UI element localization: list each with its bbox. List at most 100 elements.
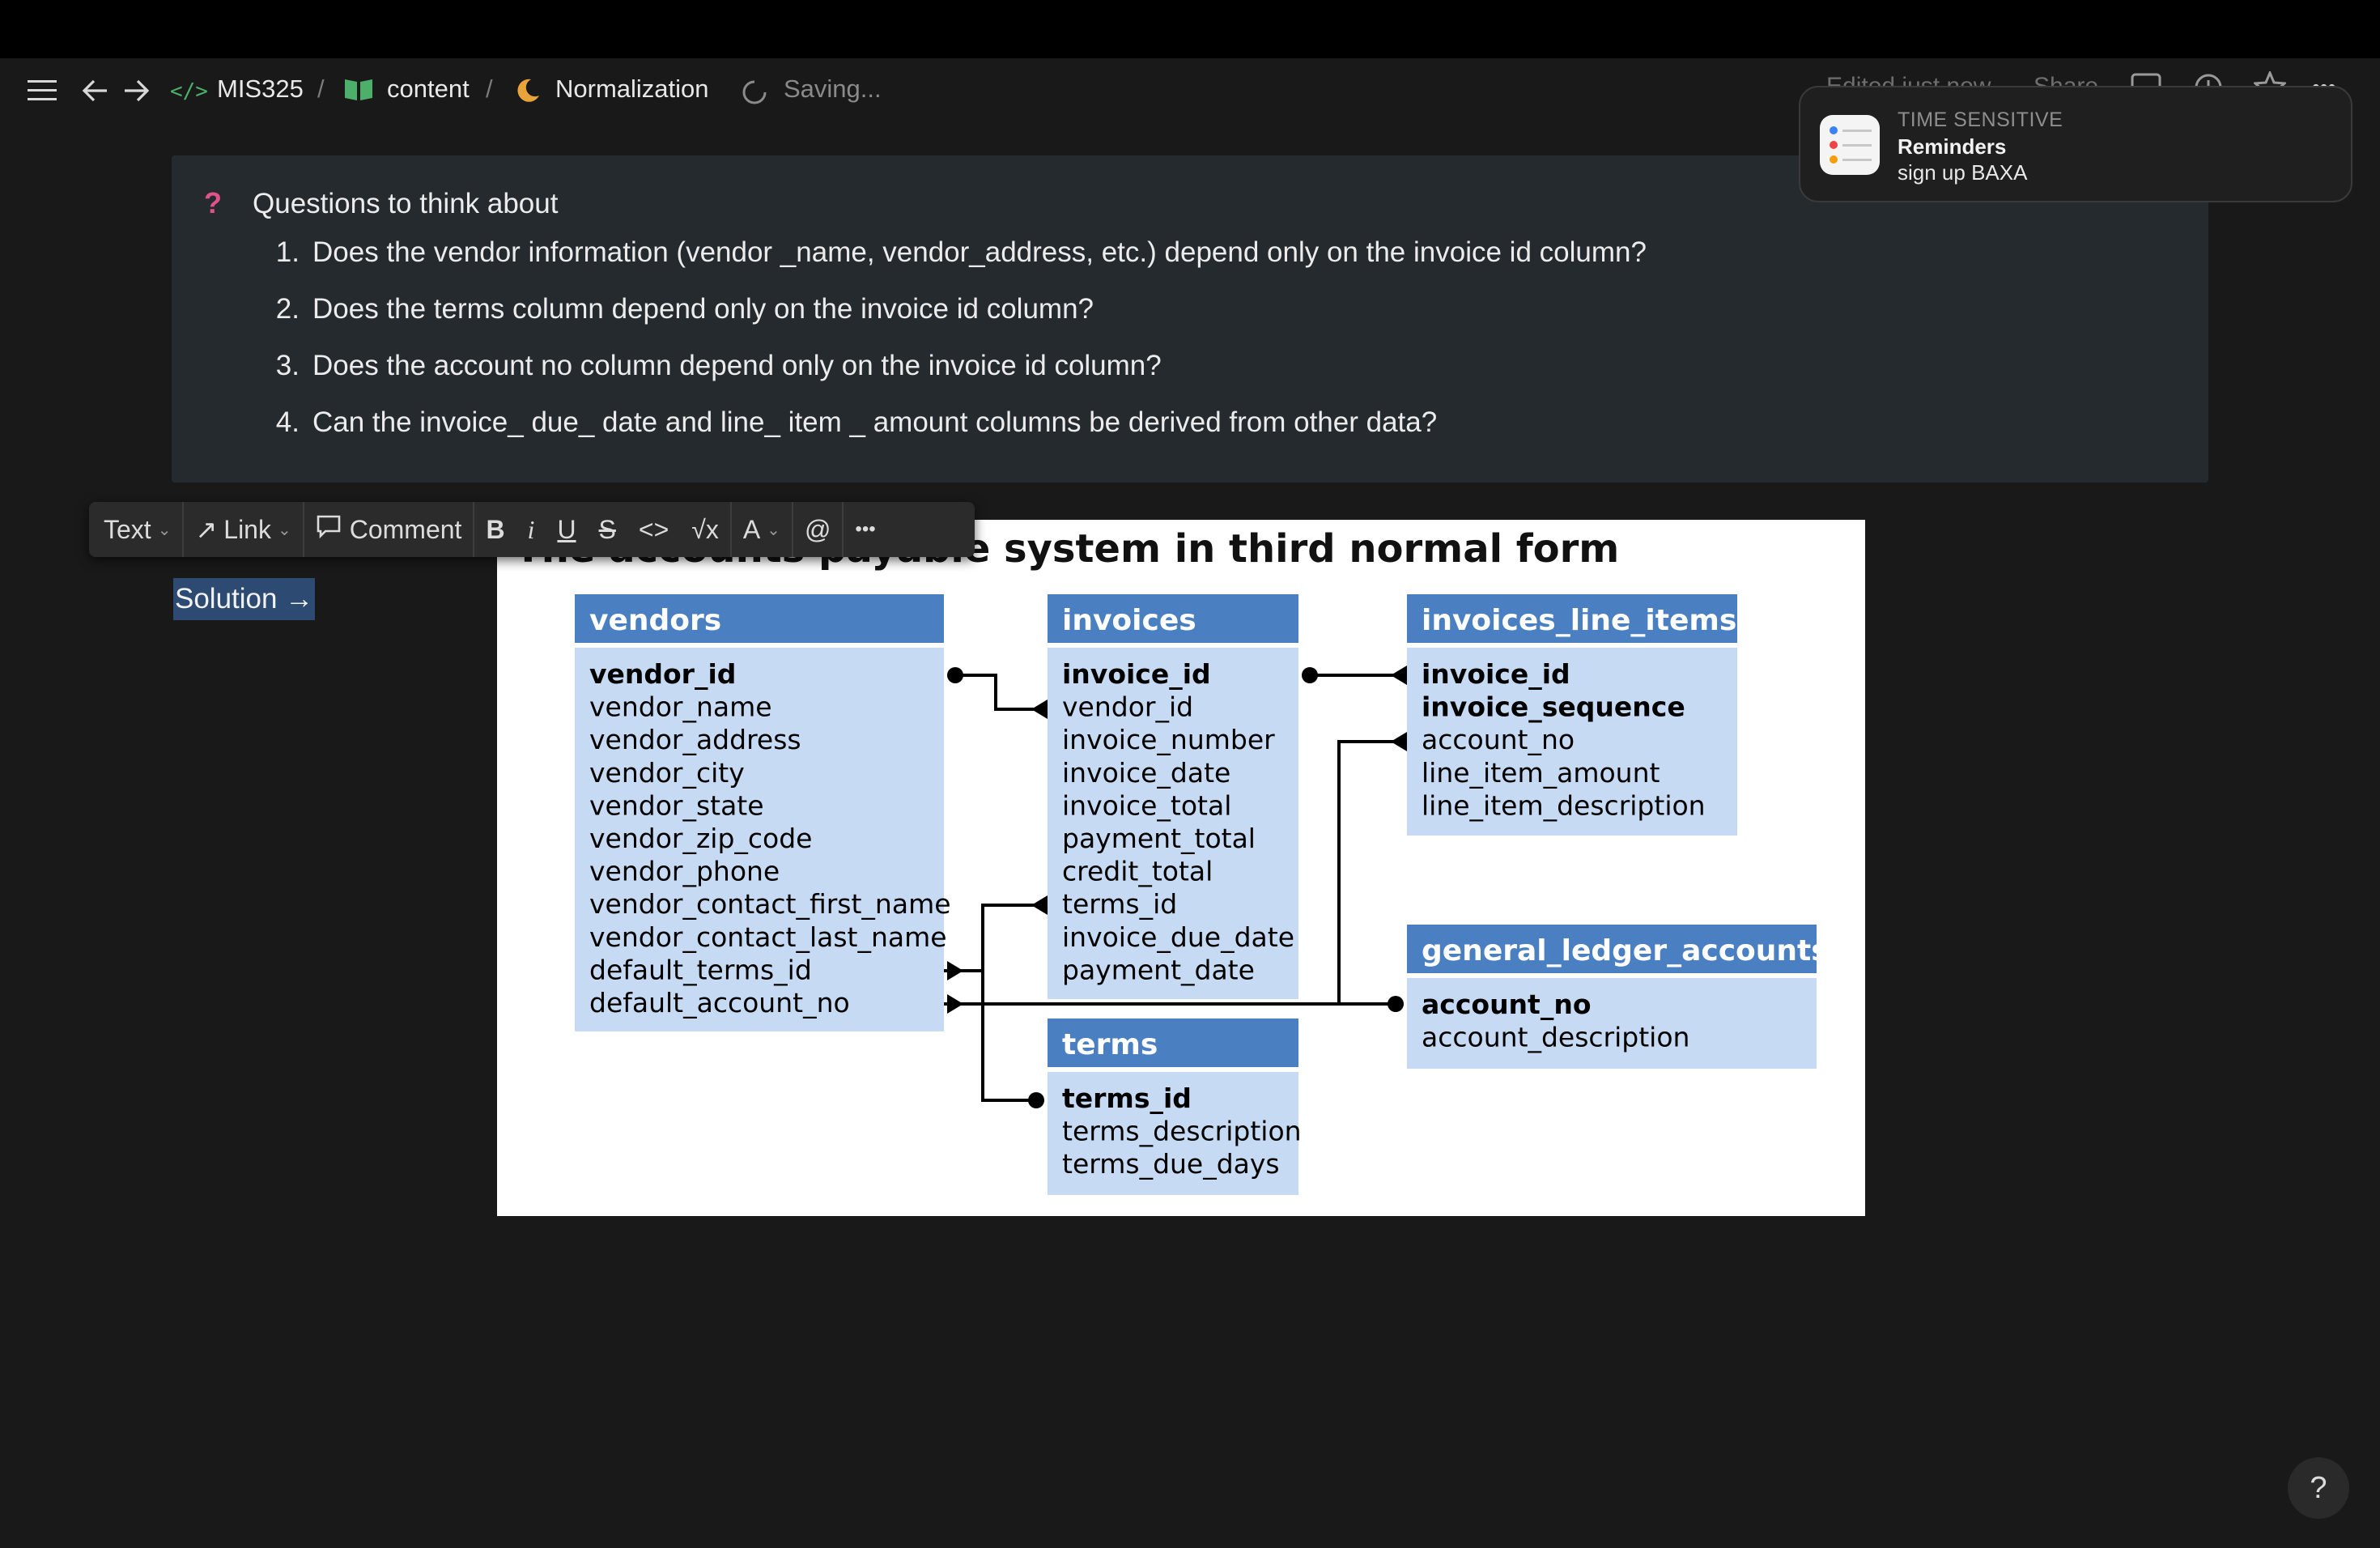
equation-button[interactable]: √x <box>680 502 730 557</box>
column-general_ledger_accounts: account_description <box>1422 1022 1689 1053</box>
key-column-invoices_line_items: invoice_sequence <box>1422 691 1685 723</box>
questions-callout: ? Questions to think about 1. Does the ve… <box>172 155 2208 483</box>
help-button[interactable]: ? <box>2288 1457 2349 1519</box>
comment-icon <box>316 514 342 545</box>
italic-button[interactable]: i <box>516 502 546 557</box>
column-invoices: vendor_id <box>1062 691 1193 723</box>
list-number: 2. <box>275 293 300 325</box>
column-invoices: invoice_date <box>1062 757 1230 789</box>
forward-arrow-icon[interactable] <box>123 78 151 110</box>
column-vendors: vendor_contact_first_name <box>589 888 951 920</box>
reminder-notification[interactable]: TIME SENSITIVE Reminders sign up BAXA <box>1799 86 2352 202</box>
text-color-label: A <box>742 514 761 544</box>
book-icon <box>343 78 374 108</box>
er-diagram-image: The accounts payable system in third nor… <box>497 520 1865 1216</box>
table-name-invoices: invoices <box>1062 604 1196 637</box>
notification-title: Reminders <box>1898 134 2007 159</box>
list-number: 3. <box>275 350 300 381</box>
column-vendors: vendor_city <box>589 757 745 789</box>
list-item: 3. Does the account no column depend only… <box>261 350 1647 406</box>
notification-tag: TIME SENSITIVE <box>1898 108 2063 131</box>
question-text: Does the account no column depend only o… <box>312 350 1162 381</box>
more-actions-button[interactable]: ••• <box>844 502 886 557</box>
comment-button[interactable]: Comment <box>304 502 474 557</box>
link-arrow-icon: ↗ <box>195 515 218 544</box>
column-vendors: default_terms_id <box>589 954 812 985</box>
relationship-arrow <box>1391 666 1407 685</box>
column-invoices: terms_id <box>1062 888 1177 920</box>
relationship-line-account <box>1337 740 1407 1004</box>
key-column-general_ledger_accounts: account_no <box>1422 989 1592 1020</box>
link-label: Link <box>223 514 271 544</box>
loading-spinner-icon <box>742 79 767 112</box>
inline-code-button[interactable]: <> <box>627 502 680 557</box>
table-name-terms: terms <box>1062 1028 1158 1061</box>
breadcrumb-normalization[interactable]: Normalization <box>555 74 709 104</box>
column-invoices: payment_date <box>1062 954 1255 985</box>
text-color-button[interactable]: A ⌄ <box>732 502 792 557</box>
relationship-arrow <box>947 961 963 980</box>
system-menu-bar <box>0 0 2380 58</box>
link-button[interactable]: ↗ Link ⌄ <box>184 502 302 557</box>
column-vendors: vendor_address <box>589 724 801 755</box>
column-invoices: invoice_total <box>1062 789 1231 821</box>
column-vendors: vendor_phone <box>589 856 780 887</box>
notification-body: sign up BAXA <box>1898 160 2028 185</box>
bold-button[interactable]: B <box>474 502 516 557</box>
list-number: 1. <box>275 236 300 268</box>
column-terms: terms_due_days <box>1062 1148 1280 1180</box>
relationship-arrow <box>1391 732 1407 751</box>
text-format-toolbar: Text ⌄ ↗ Link ⌄ Comment B i U S <> √x A ⌄ @ … <box>89 502 975 557</box>
relationship-arrow <box>1031 895 1048 915</box>
code-icon: </> <box>170 79 208 104</box>
column-invoices: invoice_number <box>1062 724 1275 755</box>
list-number: 4. <box>275 406 300 438</box>
underline-button[interactable]: U <box>546 502 587 557</box>
table-name-general_ledger_accounts: general_ledger_accounts <box>1422 934 1829 968</box>
column-vendors: vendor_name <box>589 691 772 723</box>
back-arrow-icon[interactable] <box>81 78 108 110</box>
strikethrough-button[interactable]: S <box>588 502 627 557</box>
key-column-vendors: vendor_id <box>589 658 736 690</box>
column-vendors: vendor_contact_last_name <box>589 921 947 953</box>
breadcrumb-content[interactable]: content <box>387 74 470 104</box>
column-terms: terms_description <box>1062 1116 1302 1147</box>
chevron-down-icon: ⌄ <box>157 521 172 539</box>
questions-list: 1. Does the vendor information (vendor _n… <box>261 236 1647 463</box>
breadcrumb-mis325[interactable]: MIS325 <box>217 74 304 104</box>
breadcrumb-separator: / <box>486 74 493 103</box>
breadcrumb-separator: / <box>317 74 325 103</box>
column-vendors: default_account_no <box>589 987 850 1019</box>
solution-link[interactable]: Solution → <box>173 578 316 620</box>
table-name-vendors: vendors <box>589 604 721 637</box>
saving-status: Saving... <box>784 74 882 103</box>
sidebar-menu-icon[interactable] <box>28 78 57 110</box>
column-invoices_line_items: line_item_description <box>1422 789 1706 821</box>
table-name-invoices_line_items: invoices_line_items <box>1422 604 1736 637</box>
relationship-line-vendor <box>955 674 1048 711</box>
column-vendors: vendor_zip_code <box>589 823 812 854</box>
column-invoices: payment_total <box>1062 823 1256 854</box>
moon-icon <box>513 76 542 112</box>
reminders-app-icon <box>1820 115 1880 175</box>
er-diagram-svg: The accounts payable system in third nor… <box>515 526 1829 1195</box>
column-invoices_line_items: line_item_amount <box>1422 757 1660 789</box>
chevron-down-icon: ⌄ <box>767 521 780 539</box>
question-text: Does the terms column depend only on the… <box>312 293 1094 325</box>
relationship-line-default-terms <box>944 969 984 1100</box>
column-invoices: invoice_due_date <box>1062 921 1294 953</box>
relationship-arrow <box>947 994 963 1014</box>
mention-button[interactable]: @ <box>793 502 842 557</box>
key-column-terms: terms_id <box>1062 1082 1192 1114</box>
block-type-label: Text <box>104 514 151 544</box>
question-mark-icon: ? <box>204 186 222 219</box>
list-item: 4. Can the invoice_ due_ date and line_ i… <box>261 406 1647 463</box>
key-column-invoices: invoice_id <box>1062 658 1211 690</box>
relationship-arrow <box>1031 700 1048 719</box>
block-type-dropdown[interactable]: Text ⌄ <box>89 502 182 557</box>
key-column-invoices_line_items: invoice_id <box>1422 658 1570 690</box>
comment-label: Comment <box>349 514 462 544</box>
callout-title: Questions to think about <box>253 188 559 219</box>
chevron-down-icon: ⌄ <box>277 521 291 539</box>
column-invoices: credit_total <box>1062 856 1213 887</box>
